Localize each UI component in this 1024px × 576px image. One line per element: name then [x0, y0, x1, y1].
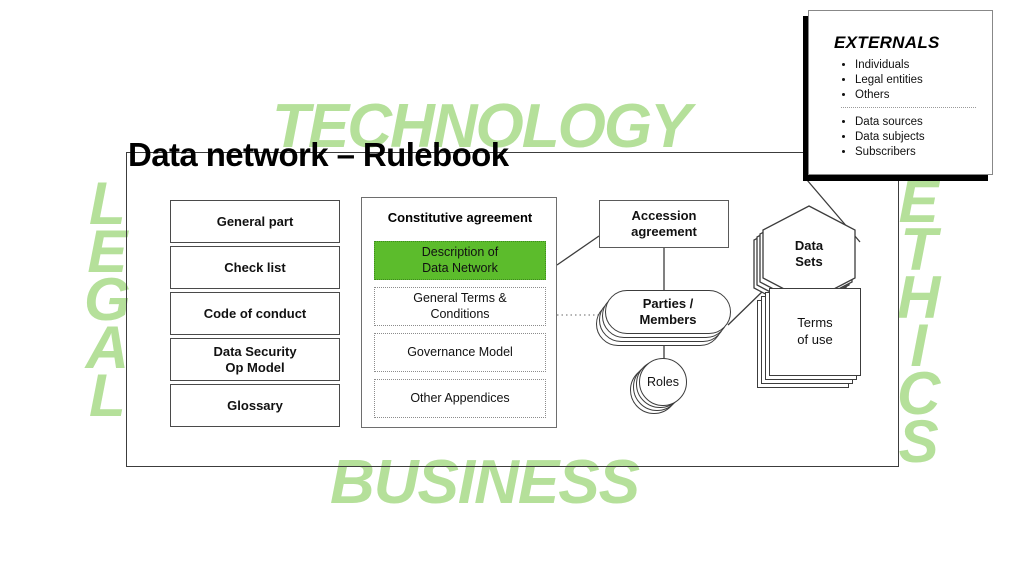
constitutive-agreement-title: Constitutive agreement: [387, 210, 533, 225]
page-title: Data network – Rulebook: [128, 136, 509, 173]
externals-item: Legal entities: [855, 73, 923, 88]
node-parties-members[interactable]: Parties / Members: [596, 290, 736, 346]
doc-box-code-of-conduct[interactable]: Code of conduct: [170, 292, 340, 335]
externals-item: Individuals: [855, 58, 923, 73]
externals-group-one: Individuals Legal entities Others: [839, 58, 923, 104]
constitutive-item-other-appendices[interactable]: Other Appendices: [374, 379, 546, 418]
constitutive-item-label: Description of Data Network: [421, 244, 499, 275]
terms-stack-top: Terms of use: [769, 288, 861, 376]
connector-constitutive-accession: [556, 235, 600, 266]
doc-label: Check list: [224, 259, 286, 275]
externals-item: Data subjects: [855, 130, 925, 145]
constitutive-agreement-panel: Constitutive agreement Description of Da…: [361, 197, 557, 428]
doc-label: Code of conduct: [203, 305, 307, 321]
doc-box-general-part[interactable]: General part: [170, 200, 340, 243]
node-accession-agreement[interactable]: Accession agreement: [599, 200, 729, 248]
constitutive-item-governance-model[interactable]: Governance Model: [374, 333, 546, 372]
externals-group-two: Data sources Data subjects Subscribers: [839, 115, 925, 161]
constitutive-item-label: General Terms & Conditions: [413, 290, 507, 321]
doc-box-check-list[interactable]: Check list: [170, 246, 340, 289]
externals-divider: [841, 107, 976, 108]
constitutive-item-label: Other Appendices: [410, 390, 510, 405]
externals-item: Others: [855, 88, 923, 103]
node-label: Roles: [647, 375, 679, 389]
rulebook-documents-column: General part Check list Code of conduct …: [170, 200, 340, 430]
externals-card[interactable]: EXTERNALS Individuals Legal entities Oth…: [808, 10, 993, 175]
doc-label: General part: [216, 213, 294, 229]
constitutive-item-description-of-data-network[interactable]: Description of Data Network: [374, 241, 546, 280]
doc-label: Data Security Op Model: [213, 343, 297, 375]
constitutive-item-general-terms-and-conditions[interactable]: General Terms & Conditions: [374, 287, 546, 326]
node-terms-of-use[interactable]: Terms of use: [757, 288, 867, 392]
externals-item: Subscribers: [855, 145, 925, 160]
node-label: Terms of use: [797, 315, 833, 347]
doc-box-glossary[interactable]: Glossary: [170, 384, 340, 427]
constitutive-item-label: Governance Model: [407, 344, 513, 359]
node-label: Data Sets: [794, 238, 824, 269]
node-label: Accession agreement: [631, 208, 697, 239]
externals-item: Data sources: [855, 115, 925, 130]
doc-box-data-security-op-model[interactable]: Data Security Op Model: [170, 338, 340, 381]
diagram-canvas: TECHNOLOGY BUSINESS L E G A L E T H I C …: [0, 0, 1024, 576]
externals-title: EXTERNALS: [834, 33, 940, 52]
roles-stack-top: Roles: [639, 358, 687, 406]
parties-stack-top: Parties / Members: [605, 290, 731, 334]
node-label: Parties / Members: [639, 296, 697, 327]
node-roles[interactable]: Roles: [630, 358, 700, 414]
doc-label: Glossary: [227, 397, 283, 413]
